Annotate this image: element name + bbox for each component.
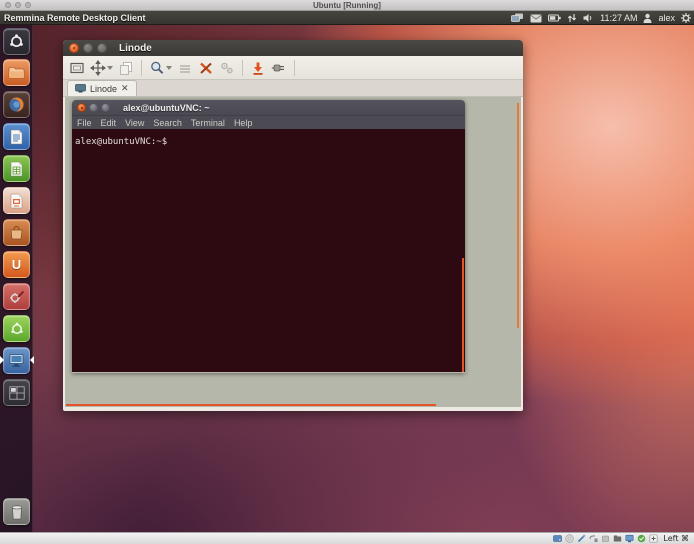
connection-tab-linode[interactable]: Linode ✕ bbox=[67, 80, 137, 96]
preferences-gears-button[interactable] bbox=[219, 60, 235, 76]
menu-view[interactable]: View bbox=[125, 118, 144, 128]
terminal-screen[interactable]: alex@ubuntuVNC:~$ bbox=[72, 129, 465, 372]
tab-label: Linode bbox=[90, 84, 117, 94]
focused-indicator-arrow bbox=[30, 356, 34, 364]
appmenu-title[interactable]: Remmina Remote Desktop Client bbox=[0, 13, 146, 23]
vnc-viewport[interactable]: alex@ubuntuVNC: ~ File Edit View Search … bbox=[63, 97, 523, 409]
running-indicator-arrow bbox=[0, 356, 4, 364]
grab-keyboard-button[interactable] bbox=[250, 60, 266, 76]
mouse-integration-status-icon[interactable] bbox=[649, 534, 658, 543]
redraw-artifact-line bbox=[517, 103, 519, 328]
fit-window-dropdown[interactable] bbox=[107, 66, 113, 70]
trash-icon[interactable] bbox=[3, 498, 30, 525]
indicator-tray: 11:27 AM alex bbox=[511, 11, 691, 25]
unity-launcher: U bbox=[0, 25, 33, 532]
terminal-minimize-button[interactable] bbox=[89, 103, 98, 112]
ubuntu-one-icon[interactable]: U bbox=[3, 251, 30, 278]
remmina-launcher-icon[interactable] bbox=[3, 347, 30, 374]
menu-search[interactable]: Search bbox=[153, 118, 182, 128]
duplicate-connection-button[interactable] bbox=[118, 60, 134, 76]
remmina-minimize-button[interactable] bbox=[83, 43, 93, 53]
mail-icon[interactable] bbox=[530, 14, 542, 23]
libreoffice-impress-icon[interactable] bbox=[3, 187, 30, 214]
volume-icon[interactable] bbox=[583, 13, 594, 23]
remmina-window: Linode bbox=[63, 40, 523, 411]
tab-connection-icon bbox=[75, 84, 86, 93]
redraw-artifact-line bbox=[66, 404, 436, 406]
home-folder-icon[interactable] bbox=[3, 59, 30, 86]
clock[interactable]: 11:27 AM bbox=[600, 13, 637, 23]
terminal-close-button[interactable] bbox=[77, 103, 86, 112]
host-window-title: Ubuntu [Running] bbox=[0, 1, 694, 10]
terminal-window: alex@ubuntuVNC: ~ File Edit View Search … bbox=[72, 100, 465, 373]
display-status-icon[interactable] bbox=[625, 534, 634, 543]
remmina-maximize-button[interactable] bbox=[97, 43, 107, 53]
network-status-icon[interactable] bbox=[589, 534, 598, 543]
libreoffice-writer-icon[interactable] bbox=[3, 123, 30, 150]
ubuntu-top-panel: Remmina Remote Desktop Client 11:27 AM a… bbox=[0, 11, 694, 25]
toolbar-separator bbox=[141, 60, 142, 76]
remmina-close-button[interactable] bbox=[69, 43, 79, 53]
fullscreen-button[interactable] bbox=[69, 60, 85, 76]
terminal-menubar: File Edit View Search Terminal Help bbox=[72, 115, 465, 129]
shared-folders-status-icon[interactable] bbox=[613, 534, 622, 543]
software-center-icon[interactable] bbox=[3, 219, 30, 246]
dash-home-button[interactable] bbox=[3, 28, 30, 55]
remmina-window-title: Linode bbox=[119, 43, 152, 54]
libreoffice-calc-icon[interactable] bbox=[3, 155, 30, 182]
disconnect-button[interactable] bbox=[271, 60, 287, 76]
firefox-icon[interactable] bbox=[3, 91, 30, 118]
workspace-switcher-icon[interactable] bbox=[3, 379, 30, 406]
fit-window-button[interactable] bbox=[90, 60, 113, 76]
usb-status-icon[interactable] bbox=[601, 534, 610, 543]
virtualbox-screen: Ubuntu [Running] Remmina Remote Desktop … bbox=[0, 0, 694, 544]
menu-help[interactable]: Help bbox=[234, 118, 253, 128]
features-status-icon[interactable] bbox=[637, 534, 646, 543]
remote-displays-icon[interactable] bbox=[511, 13, 524, 23]
tools-button[interactable] bbox=[198, 60, 214, 76]
session-username[interactable]: alex bbox=[658, 13, 675, 23]
menu-file[interactable]: File bbox=[77, 118, 92, 128]
toolbar-separator bbox=[242, 60, 243, 76]
terminal-maximize-button[interactable] bbox=[101, 103, 110, 112]
remmina-toolbar bbox=[63, 56, 523, 80]
zoom-dropdown[interactable] bbox=[166, 66, 172, 70]
remmina-tabbar: Linode ✕ bbox=[63, 80, 523, 97]
terminal-window-title: alex@ubuntuVNC: ~ bbox=[123, 103, 210, 113]
terminal-prompt: alex@ubuntuVNC:~$ bbox=[75, 137, 167, 147]
redraw-artifact-line bbox=[462, 258, 464, 372]
remmina-titlebar[interactable]: Linode bbox=[63, 40, 523, 56]
battery-icon[interactable] bbox=[548, 14, 561, 22]
user-icon[interactable] bbox=[643, 13, 652, 23]
toolbar-separator bbox=[294, 60, 295, 76]
menu-terminal[interactable]: Terminal bbox=[191, 118, 225, 128]
tab-close-button[interactable]: ✕ bbox=[121, 84, 129, 94]
session-gear-icon[interactable] bbox=[681, 13, 691, 23]
zoom-button[interactable] bbox=[149, 60, 172, 76]
audio-status-icon[interactable] bbox=[577, 534, 586, 543]
hdd-status-icon[interactable] bbox=[553, 534, 562, 543]
ubuntu-one-letter: U bbox=[12, 257, 21, 272]
virtualbox-status-bar: Left ⌘ bbox=[0, 532, 694, 544]
menu-edit[interactable]: Edit bbox=[101, 118, 117, 128]
host-window-titlebar[interactable]: Ubuntu [Running] bbox=[0, 0, 694, 11]
update-manager-icon[interactable] bbox=[3, 315, 30, 342]
scale-mode-button[interactable] bbox=[177, 60, 193, 76]
network-arrows-icon[interactable] bbox=[567, 13, 577, 23]
system-settings-icon[interactable] bbox=[3, 283, 30, 310]
optical-disc-status-icon[interactable] bbox=[565, 534, 574, 543]
host-key-indicator: Left ⌘ bbox=[663, 534, 689, 543]
terminal-titlebar[interactable]: alex@ubuntuVNC: ~ bbox=[72, 100, 465, 115]
